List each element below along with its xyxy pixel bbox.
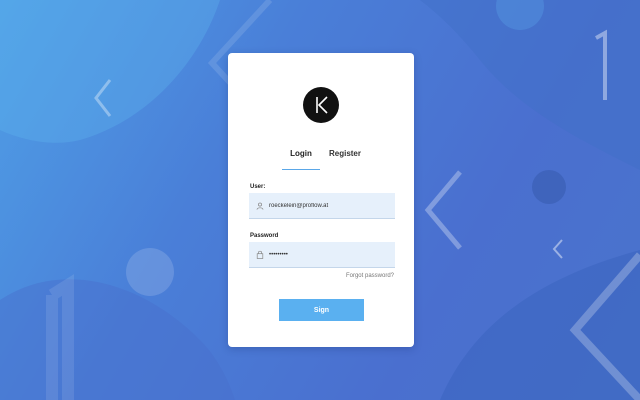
lock-icon <box>253 250 267 259</box>
password-input[interactable] <box>269 251 389 258</box>
password-label: Password <box>250 233 279 239</box>
user-field[interactable] <box>249 193 395 219</box>
auth-tabs: Login Register <box>228 149 414 173</box>
k-logo-icon <box>316 96 328 114</box>
tab-login[interactable]: Login <box>284 149 318 158</box>
brand-logo <box>303 87 339 123</box>
password-field[interactable] <box>249 242 395 268</box>
login-card: Login Register User: Password Forgot pas… <box>228 53 414 347</box>
tab-register[interactable]: Register <box>326 149 364 158</box>
user-label: User: <box>250 184 266 190</box>
sign-in-button[interactable]: Sign <box>279 299 364 321</box>
user-icon <box>253 202 267 210</box>
user-input[interactable] <box>269 202 389 209</box>
forgot-password-link[interactable]: Forgot password? <box>346 273 394 279</box>
active-tab-indicator <box>282 169 320 170</box>
